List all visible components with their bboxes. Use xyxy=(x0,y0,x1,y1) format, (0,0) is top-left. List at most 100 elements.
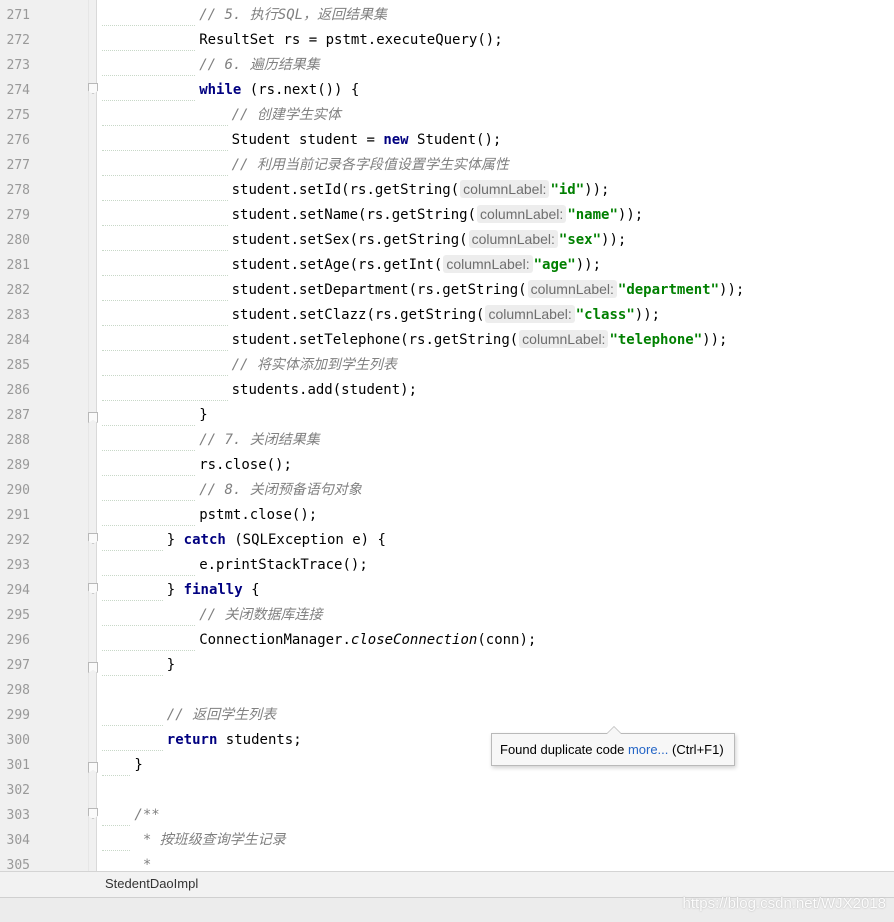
line-number[interactable]: 281 xyxy=(0,253,30,278)
line-number[interactable]: 300 xyxy=(0,728,30,753)
code-line[interactable]: 276 Student student = new Student(); xyxy=(7,128,894,153)
code-text[interactable]: while (rs.next()) { xyxy=(199,78,359,103)
code-line[interactable]: 294} finally { xyxy=(7,578,894,603)
code-text[interactable]: e.printStackTrace(); xyxy=(199,553,368,578)
line-number[interactable]: 279 xyxy=(0,203,30,228)
line-number[interactable]: 276 xyxy=(0,128,30,153)
code-text[interactable]: student.setName(rs.getString(columnLabel… xyxy=(232,203,643,228)
code-line[interactable]: 305 * xyxy=(7,853,894,871)
code-text[interactable]: pstmt.close(); xyxy=(199,503,317,528)
code-line[interactable]: 303/** xyxy=(7,803,894,828)
code-text[interactable]: student.setTelephone(rs.getString(column… xyxy=(232,328,727,353)
line-number[interactable]: 289 xyxy=(0,453,30,478)
code-line[interactable]: 275// 创建学生实体 xyxy=(7,103,894,128)
code-line[interactable]: 291 pstmt.close(); xyxy=(7,503,894,528)
code-text[interactable]: student.setSex(rs.getString(columnLabel:… xyxy=(232,228,626,253)
code-text[interactable]: * 按班级查询学生记录 xyxy=(134,828,286,853)
line-number[interactable]: 299 xyxy=(0,703,30,728)
code-text[interactable]: Student student = new Student(); xyxy=(232,128,502,153)
line-number[interactable]: 278 xyxy=(0,178,30,203)
code-text[interactable]: student.setDepartment(rs.getString(colum… xyxy=(232,278,744,303)
code-line[interactable]: 271// 5. 执行SQL，返回结果集 xyxy=(7,3,894,28)
code-line[interactable]: 302 xyxy=(7,778,894,803)
line-number[interactable]: 277 xyxy=(0,153,30,178)
code-line[interactable]: 287} xyxy=(7,403,894,428)
code-line[interactable]: 304 * 按班级查询学生记录 xyxy=(7,828,894,853)
line-number[interactable]: 292 xyxy=(0,528,30,553)
line-number[interactable]: 287 xyxy=(0,403,30,428)
code-line[interactable]: 282 student.setDepartment(rs.getString(co… xyxy=(7,278,894,303)
code-text[interactable]: // 8. 关闭预备语句对象 xyxy=(199,478,362,503)
line-number[interactable]: 273 xyxy=(0,53,30,78)
code-text[interactable]: /** xyxy=(134,803,159,828)
code-line[interactable]: 295// 关闭数据库连接 xyxy=(7,603,894,628)
code-text[interactable]: } xyxy=(199,403,207,428)
line-number[interactable]: 282 xyxy=(0,278,30,303)
code-text[interactable]: // 5. 执行SQL，返回结果集 xyxy=(199,3,387,28)
code-text[interactable]: rs.close(); xyxy=(199,453,292,478)
code-line[interactable]: 277// 利用当前记录各字段值设置学生实体属性 xyxy=(7,153,894,178)
code-text[interactable]: student.setId(rs.getString(columnLabel: "… xyxy=(232,178,609,203)
code-line[interactable]: 274 while (rs.next()) { xyxy=(7,78,894,103)
line-number[interactable]: 291 xyxy=(0,503,30,528)
line-number[interactable]: 272 xyxy=(0,28,30,53)
line-number[interactable]: 293 xyxy=(0,553,30,578)
code-text[interactable]: } xyxy=(167,653,175,678)
code-line[interactable]: 289 rs.close(); xyxy=(7,453,894,478)
code-line[interactable]: 280 student.setSex(rs.getString(columnLab… xyxy=(7,228,894,253)
line-number[interactable]: 296 xyxy=(0,628,30,653)
code-line[interactable]: 283 student.setClazz(rs.getString(columnL… xyxy=(7,303,894,328)
code-text[interactable]: } catch (SQLException e) { xyxy=(167,528,386,553)
breadcrumb-class-item[interactable]: StedentDaoImpl xyxy=(105,876,198,891)
line-number[interactable]: 286 xyxy=(0,378,30,403)
line-number[interactable]: 303 xyxy=(0,803,30,828)
code-line[interactable]: 273// 6. 遍历结果集 xyxy=(7,53,894,78)
tooltip-more-link[interactable]: more... xyxy=(628,742,668,757)
code-line[interactable]: 286 students.add(student); xyxy=(7,378,894,403)
code-text[interactable]: } finally { xyxy=(167,578,260,603)
code-text[interactable]: ResultSet rs = pstmt.executeQuery(); xyxy=(199,28,502,53)
code-line[interactable]: 297} xyxy=(7,653,894,678)
code-line[interactable]: 299// 返回学生列表 xyxy=(7,703,894,728)
code-line[interactable]: 281 student.setAge(rs.getInt(columnLabel:… xyxy=(7,253,894,278)
line-number[interactable]: 302 xyxy=(0,778,30,803)
line-number[interactable]: 275 xyxy=(0,103,30,128)
line-number[interactable]: 283 xyxy=(0,303,30,328)
code-line[interactable]: 290// 8. 关闭预备语句对象 xyxy=(7,478,894,503)
code-text[interactable]: // 创建学生实体 xyxy=(232,103,341,128)
line-number[interactable]: 284 xyxy=(0,328,30,353)
code-text[interactable]: // 关闭数据库连接 xyxy=(199,603,322,628)
code-text[interactable]: // 将实体添加到学生列表 xyxy=(232,353,397,378)
line-number[interactable]: 305 xyxy=(0,853,30,871)
code-text[interactable]: student.setAge(rs.getInt(columnLabel: "ag… xyxy=(232,253,601,278)
line-number[interactable]: 294 xyxy=(0,578,30,603)
code-line[interactable]: 293 e.printStackTrace(); xyxy=(7,553,894,578)
line-number[interactable]: 298 xyxy=(0,678,30,703)
code-editor[interactable]: 271// 5. 执行SQL，返回结果集 272 ResultSet rs = ps… xyxy=(0,0,894,871)
code-text[interactable]: // 7. 关闭结果集 xyxy=(199,428,320,453)
code-text[interactable]: } xyxy=(134,753,142,778)
line-number[interactable]: 297 xyxy=(0,653,30,678)
code-text[interactable]: // 6. 遍历结果集 xyxy=(199,53,320,78)
line-number[interactable]: 285 xyxy=(0,353,30,378)
line-number[interactable]: 288 xyxy=(0,428,30,453)
line-number[interactable]: 290 xyxy=(0,478,30,503)
code-line[interactable]: 284 student.setTelephone(rs.getString(col… xyxy=(7,328,894,353)
code-text[interactable]: students.add(student); xyxy=(232,378,417,403)
code-line[interactable]: 288// 7. 关闭结果集 xyxy=(7,428,894,453)
line-number[interactable]: 274 xyxy=(0,78,30,103)
code-text[interactable]: student.setClazz(rs.getString(columnLabe… xyxy=(232,303,660,328)
line-number[interactable]: 304 xyxy=(0,828,30,853)
code-line[interactable]: 296 ConnectionManager.closeConnection(con… xyxy=(7,628,894,653)
line-number[interactable]: 301 xyxy=(0,753,30,778)
line-number[interactable]: 271 xyxy=(0,3,30,28)
code-line[interactable]: 272 ResultSet rs = pstmt.executeQuery(); xyxy=(7,28,894,53)
code-line[interactable]: 279 student.setName(rs.getString(columnLa… xyxy=(7,203,894,228)
line-number[interactable]: 295 xyxy=(0,603,30,628)
code-line[interactable]: 292} catch (SQLException e) { xyxy=(7,528,894,553)
code-text[interactable]: return students; xyxy=(167,728,302,753)
code-text[interactable]: * xyxy=(134,853,151,871)
code-text[interactable]: ConnectionManager.closeConnection(conn); xyxy=(199,628,536,653)
code-line[interactable]: 285// 将实体添加到学生列表 xyxy=(7,353,894,378)
code-line[interactable]: 278 student.setId(rs.getString(columnLabe… xyxy=(7,178,894,203)
